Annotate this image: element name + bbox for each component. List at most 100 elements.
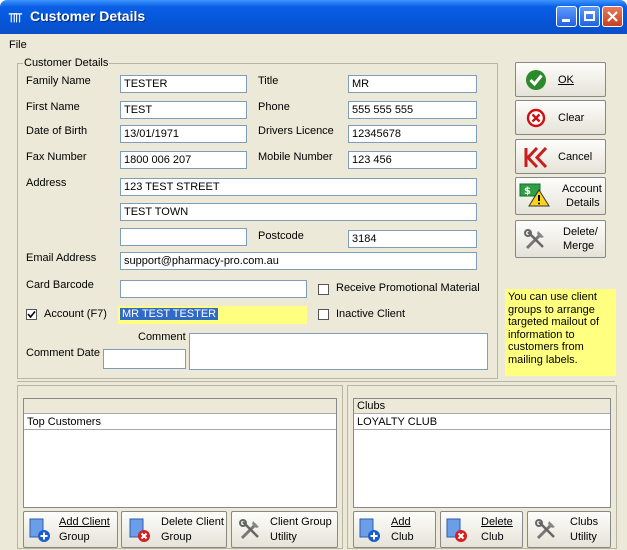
address-line2-field[interactable]: TEST TOWN	[120, 203, 477, 221]
add-club-label-2: Club	[391, 531, 414, 543]
maximize-icon	[584, 11, 595, 21]
menu-file[interactable]: File	[9, 39, 27, 51]
clear-label: Clear	[558, 112, 585, 124]
close-button[interactable]	[602, 6, 623, 27]
window-title: Customer Details	[30, 8, 146, 24]
delete-client-group-label-1: Delete Client	[161, 516, 224, 528]
clubs-utility-label-2: Utility	[570, 531, 597, 543]
clubs-list-header: Clubs	[354, 399, 610, 414]
fax-label: Fax Number	[26, 151, 87, 163]
address-line3-field[interactable]	[120, 228, 247, 246]
ok-button[interactable]: OK	[515, 62, 606, 97]
client-group-utility-button[interactable]: Client Group Utility	[231, 511, 338, 548]
first-name-label: First Name	[26, 101, 80, 113]
address-line1-field[interactable]: 123 TEST STREET	[120, 178, 477, 196]
menu-bar	[4, 36, 623, 54]
card-barcode-field[interactable]	[120, 280, 307, 298]
add-club-icon	[359, 518, 380, 542]
list-item[interactable]: LOYALTY CLUB	[354, 414, 610, 430]
drivers-licence-field[interactable]: 12345678	[348, 125, 477, 143]
client-groups-list-header	[24, 399, 336, 414]
client-group-utility-label-2: Utility	[270, 531, 297, 543]
minimize-icon	[562, 19, 570, 22]
delete-club-label-2: Club	[481, 531, 504, 543]
delete-merge-label-1: Delete/	[563, 226, 598, 238]
checkmark-icon	[526, 70, 546, 90]
delete-club-icon	[446, 518, 467, 542]
clear-button[interactable]: Clear	[515, 100, 606, 135]
postcode-label: Postcode	[258, 230, 304, 242]
client-groups-note: You can use client groups to arrange tar…	[505, 289, 616, 376]
family-name-label: Family Name	[26, 75, 91, 87]
add-club-button[interactable]: Add Club	[353, 511, 436, 548]
delete-merge-button[interactable]: Delete/ Merge	[515, 220, 606, 258]
cancel-label: Cancel	[558, 151, 593, 163]
client-groups-list[interactable]: Top Customers	[23, 398, 337, 508]
tools-icon	[239, 519, 259, 540]
client-group-utility-label-1: Client Group	[270, 516, 332, 528]
fax-field[interactable]: 1800 006 207	[120, 151, 247, 169]
comment-date-field[interactable]	[103, 349, 186, 369]
delete-club-button[interactable]: Delete Club	[440, 511, 523, 548]
title-label: Title	[258, 75, 279, 87]
clubs-utility-button[interactable]: Clubs Utility	[527, 511, 611, 548]
address-label: Address	[26, 177, 67, 189]
postcode-field[interactable]: 3184	[348, 230, 477, 248]
account-checkbox[interactable]	[26, 309, 37, 320]
email-label: Email Address	[26, 252, 97, 264]
inactive-label: Inactive Client	[336, 308, 406, 320]
tools-icon	[535, 519, 555, 540]
maximize-button[interactable]	[579, 6, 600, 27]
account-label: Account (F7)	[44, 308, 107, 320]
account-field[interactable]: MR TEST TESTER	[118, 306, 307, 324]
cancel-icon	[524, 147, 548, 169]
add-group-icon	[29, 518, 50, 542]
customer-details-title: Customer Details	[23, 57, 110, 69]
delete-club-label-1: Delete	[481, 516, 513, 528]
dob-field[interactable]: 13/01/1971	[120, 125, 247, 143]
comment-label: Comment	[138, 331, 186, 343]
delete-client-group-label-2: Group	[161, 531, 192, 543]
promo-label: Receive Promotional Material	[336, 282, 480, 294]
delete-group-icon	[129, 518, 150, 542]
phone-label: Phone	[258, 101, 290, 113]
title-field[interactable]: MR	[348, 75, 477, 93]
minimize-button[interactable]	[556, 6, 577, 27]
promo-checkbox[interactable]	[318, 284, 329, 295]
mobile-field[interactable]: 123 456	[348, 151, 477, 169]
phone-field[interactable]: 555 555 555	[348, 101, 477, 119]
card-barcode-label: Card Barcode	[26, 279, 94, 291]
clear-icon	[526, 108, 546, 128]
comment-date-label: Comment Date	[26, 347, 100, 359]
email-field[interactable]: support@pharmacy-pro.com.au	[120, 252, 477, 270]
add-client-group-label-1: Add Client	[59, 516, 110, 528]
account-details-label-1: Account	[562, 183, 602, 195]
delete-merge-label-2: Merge	[563, 240, 595, 252]
close-icon	[607, 11, 618, 22]
app-icon: ⫪⫪	[9, 10, 22, 25]
mobile-label: Mobile Number	[258, 151, 333, 163]
first-name-field[interactable]: TEST	[120, 101, 247, 119]
inactive-checkbox[interactable]	[318, 309, 329, 320]
section-divider	[17, 381, 615, 382]
account-money-warning-icon: $	[519, 183, 550, 207]
account-details-button[interactable]: $ Account Details	[515, 177, 606, 215]
ok-label: OK	[558, 74, 574, 86]
add-club-label-1: Add	[391, 516, 411, 528]
cancel-button[interactable]: Cancel	[515, 139, 606, 174]
tools-icon	[524, 229, 544, 250]
list-item[interactable]: Top Customers	[24, 414, 336, 430]
svg-text:$: $	[524, 186, 531, 197]
account-details-label-2: Details	[566, 197, 600, 209]
add-client-group-label-2: Group	[59, 531, 90, 543]
dob-label: Date of Birth	[26, 125, 88, 137]
comment-field[interactable]	[189, 333, 488, 370]
account-field-text: MR TEST TESTER	[120, 308, 219, 320]
add-client-group-button[interactable]: Add Client Group	[23, 511, 118, 548]
clubs-utility-label-1: Clubs	[570, 516, 599, 528]
drivers-licence-label: Drivers Licence	[258, 125, 334, 137]
check-icon	[27, 310, 36, 319]
delete-client-group-button[interactable]: Delete Client Group	[121, 511, 227, 548]
family-name-field[interactable]: TESTER	[120, 75, 247, 93]
clubs-list[interactable]: Clubs LOYALTY CLUB	[353, 398, 611, 508]
